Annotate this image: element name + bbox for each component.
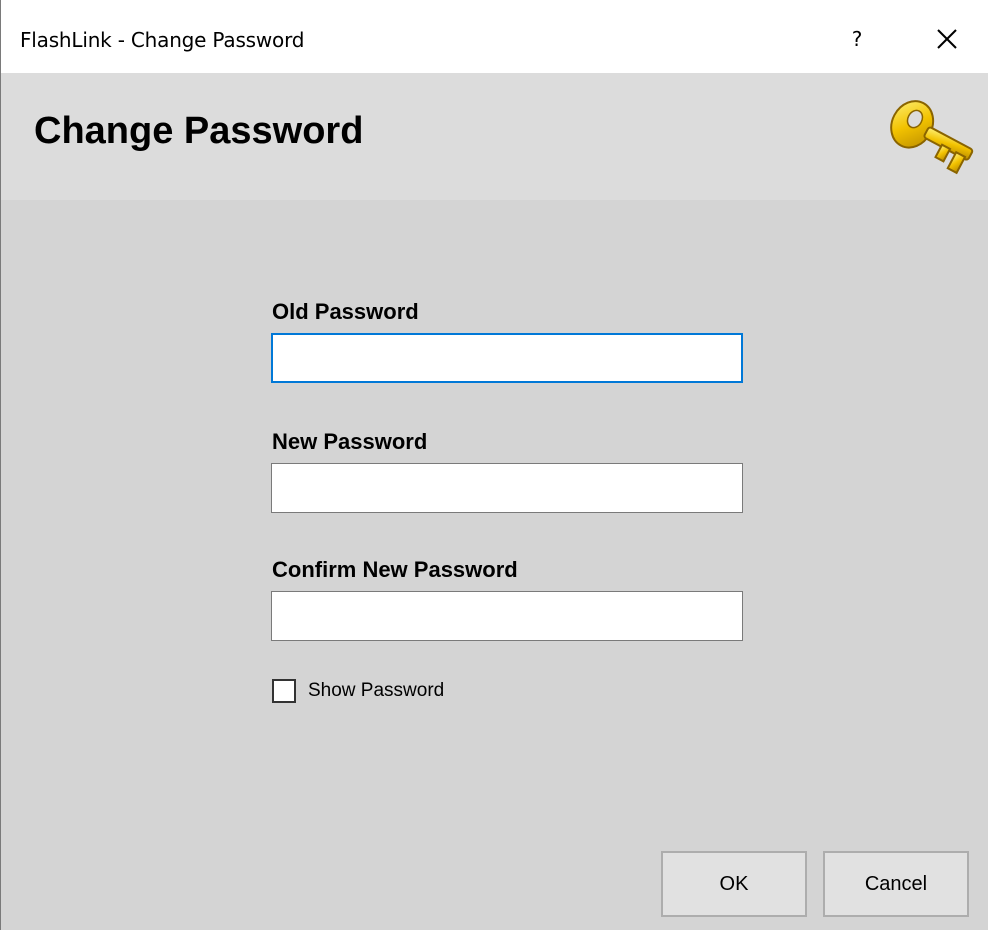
title-bar: FlashLink - Change Password ? (1, 0, 988, 73)
change-password-dialog: FlashLink - Change Password ? Change Pas… (0, 0, 988, 930)
key-icon (890, 100, 974, 175)
page-title: Change Password (34, 110, 364, 152)
old-password-field[interactable] (271, 333, 743, 383)
close-button[interactable] (917, 14, 977, 64)
window-title: FlashLink - Change Password (20, 28, 305, 52)
form-area: Old Password New Password Confirm New Pa… (1, 200, 988, 930)
header-band: Change Password (1, 73, 988, 200)
new-password-field[interactable] (271, 463, 743, 513)
cancel-button[interactable]: Cancel (823, 851, 969, 917)
old-password-label: Old Password (272, 299, 419, 324)
new-password-label: New Password (272, 429, 428, 454)
show-password-checkbox[interactable] (272, 679, 296, 703)
ok-button[interactable]: OK (661, 851, 807, 917)
help-icon: ? (851, 27, 863, 51)
show-password-option[interactable]: Show Password (272, 679, 444, 703)
close-icon (937, 29, 957, 49)
confirm-password-field[interactable] (271, 591, 743, 641)
confirm-password-label: Confirm New Password (272, 557, 518, 582)
help-button[interactable]: ? (827, 14, 887, 64)
show-password-label[interactable]: Show Password (308, 680, 444, 702)
